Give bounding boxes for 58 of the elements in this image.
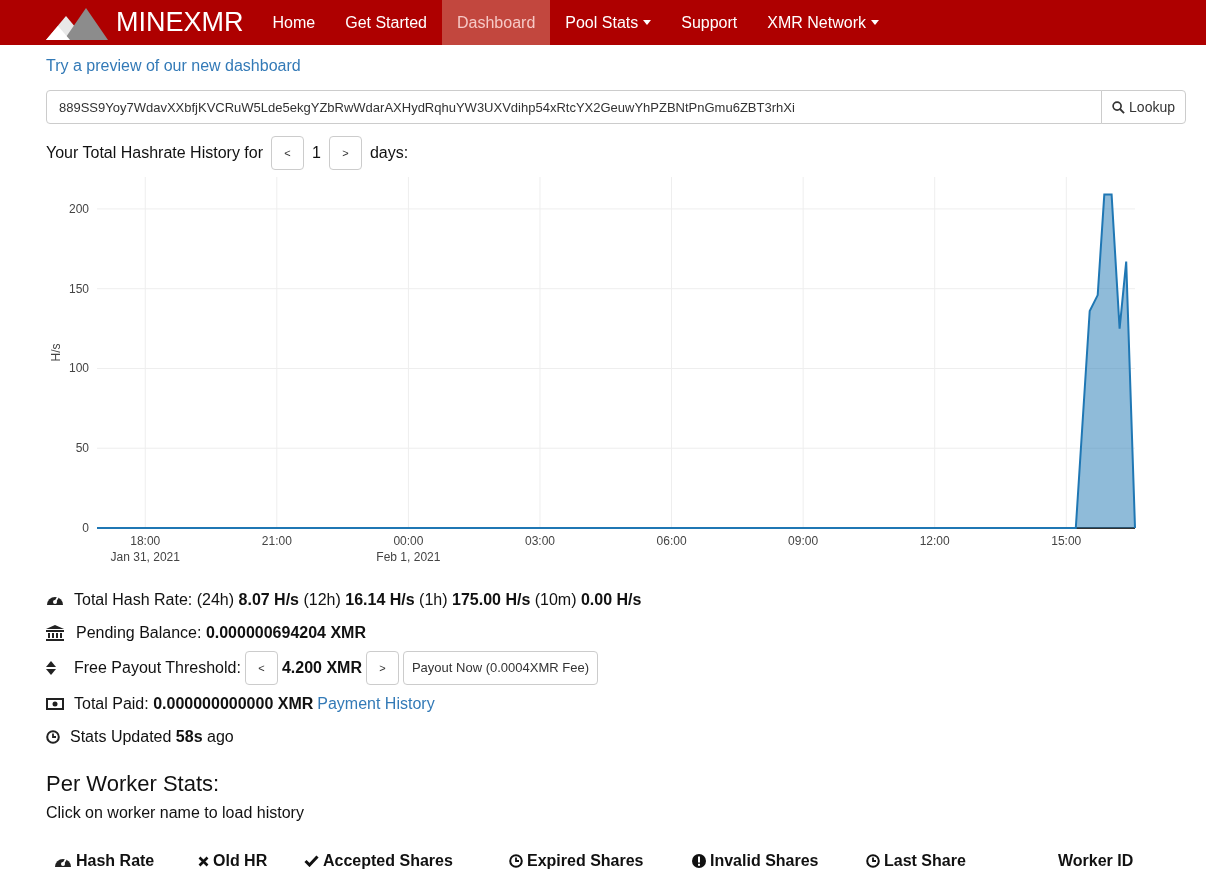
lookup-button[interactable]: Lookup [1101,90,1186,124]
history-label: Your Total Hashrate History for [46,143,263,163]
decrease-button[interactable]: < [244,651,278,685]
nav-link[interactable]: Pool Stats [550,0,667,45]
address-field[interactable]: 889SS9Yoy7WdavXXbfjKVCRuW5Lde5ekgYZbRwWdarAXHydRqhuYW3UXVdihp54xRtcYX2GeuwYhPZBNtPnGmu6ZBT3rhXi [46,90,1103,124]
clock-icon [46,729,60,744]
close-icon [198,855,209,867]
x-tick-label: 09:00 [788,534,819,548]
x-tick-label: 15:00 [1051,534,1082,548]
x-tick-label: 18:00 Jan 31, 2021 [110,534,180,564]
nav-link[interactable]: Get Started [330,0,442,45]
y-tick-label: 150 [68,281,89,296]
bank-icon [46,624,64,641]
y-axis-label: H/s [49,343,63,362]
column-header: Accepted Shares [323,851,453,871]
total-paid-text: Total Paid: 0.000000000000 XMR [74,693,314,714]
check-icon [304,855,319,868]
x-tick-label: 12:00 [919,534,950,548]
x-tick-label: 06:00 [656,534,687,548]
payout-now-button[interactable]: Payout Now (0.0004XMR Fee) [402,651,598,685]
y-tick-label: 100 [68,361,89,376]
next-button[interactable]: > [328,136,362,170]
pending-balance-text: Pending Balance: 0.000000694204 XMR [76,622,366,643]
preview-link[interactable]: Try a preview of our new dashboard [46,54,1186,78]
stats-updated-text: Stats Updated 58s ago [70,726,234,747]
threshold-value: 4.200 XMR [281,658,362,678]
clock-icon [866,854,880,869]
nav-link[interactable]: Home [257,0,331,45]
x-tick-label: 03:00 [524,534,555,548]
column-header: Old HR [213,851,268,871]
previous-button[interactable]: < [271,136,304,170]
y-tick-label: 200 [68,201,89,216]
x-tick-label: 21:00 [261,534,292,548]
worker-hint: Click on worker name to load history [46,803,305,824]
y-tick-label: 50 [75,441,89,456]
banknote-icon [46,697,64,710]
x-tick-label: 00:00 Feb 1, 2021 [376,534,441,564]
brand-name: MINEXMR [116,6,244,40]
brand-logo[interactable]: MINEXMR [40,0,250,45]
nav-link[interactable]: XMR Network [752,0,894,45]
column-header: Hash Rate [76,851,155,871]
y-tick-label: 0 [82,521,89,535]
threshold-label: Free Payout Threshold: [74,658,241,678]
days-label: days: [369,143,409,163]
exclamation-icon [692,854,706,869]
increase-button[interactable]: > [365,651,399,685]
column-header: Expired Shares [527,851,644,871]
days-value: 1 [312,143,321,163]
worker-stats-title: Per Worker Stats: [46,771,221,798]
nav-link[interactable]: Support [666,0,753,45]
sort-icon [46,661,56,675]
column-header: Worker ID [1058,851,1134,871]
payment-history-link[interactable]: Payment History [317,691,435,716]
hash-rate-text: Total Hash Rate: (24h) 8.07 H/s (12h) 16.14 H/s (1h) 175.00 H/s (10m) 0.00 H/s [74,589,642,610]
column-header: Invalid Shares [710,851,819,871]
clock-icon [509,854,523,869]
search-icon [1112,100,1126,114]
column-header: Last Share [884,851,966,871]
